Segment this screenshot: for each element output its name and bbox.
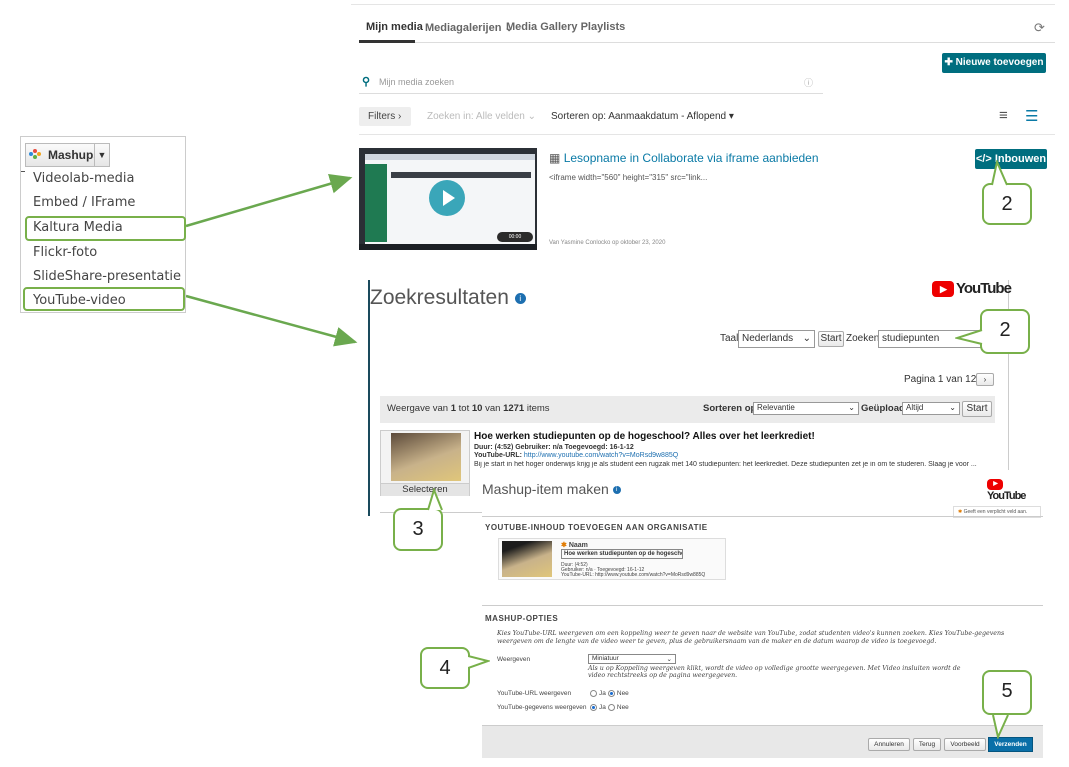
video-thumbnail[interactable]: 00:00 bbox=[359, 148, 537, 250]
result-url-link[interactable]: http://www.youtube.com/watch?v=MoRsd9w88… bbox=[524, 452, 678, 459]
menu-item-videolab[interactable]: Videolab-media bbox=[33, 171, 134, 186]
search-icon: ⚲ bbox=[362, 76, 371, 88]
youtube-logo: ▶YouTube bbox=[987, 478, 1026, 502]
menu-item-slideshare[interactable]: SlideShare-presentatie bbox=[33, 269, 181, 284]
url-text: YouTube-URL: http://www.youtube.com/watc… bbox=[561, 572, 706, 578]
info-icon[interactable]: i bbox=[612, 486, 621, 495]
mashups-menu: Mashups ▼ Videolab-media Embed / IFrame … bbox=[20, 136, 186, 313]
result-url-line: YouTube-URL: http://www.youtube.com/watc… bbox=[474, 452, 679, 459]
search-in-dropdown[interactable]: Zoeken in: Alle velden ⌄ bbox=[427, 111, 536, 122]
callout-5-submit: 5 bbox=[982, 670, 1032, 715]
film-icon: ▦ bbox=[549, 151, 561, 165]
filters-button[interactable]: Filters › bbox=[359, 107, 411, 126]
data-option-radios: Ja Nee bbox=[588, 704, 629, 711]
callout-pointer bbox=[427, 488, 443, 511]
youtube-play-icon: ▶ bbox=[932, 281, 954, 298]
media-description: <iframe width="560" height="315" src="li… bbox=[549, 173, 708, 182]
media-meta: Van Yasmine Conlocko op oktober 23, 2020 bbox=[549, 240, 666, 246]
mashups-icon bbox=[29, 149, 41, 159]
section-title: MASHUP-OPTIES bbox=[485, 614, 559, 623]
sort-dropdown[interactable]: Sorteren op: Aanmaakdatum - Aflopend ▾ bbox=[551, 111, 734, 122]
menu-item-embed[interactable]: Embed / IFrame bbox=[33, 195, 135, 210]
refresh-icon[interactable]: ⟳ bbox=[1034, 20, 1045, 36]
cancel-button[interactable]: Annuleren bbox=[868, 738, 910, 751]
youtube-logo: ▶YouTube bbox=[932, 280, 1012, 298]
kaltura-panel: Mijn media Mediagalerijen ⌄ Media Galler… bbox=[351, 0, 1055, 262]
data-option-label: YouTube-gegevens weergeven bbox=[497, 704, 587, 711]
result-thumbnail[interactable] bbox=[391, 433, 461, 481]
display-label: Weergeven bbox=[497, 656, 531, 663]
language-start-button[interactable]: Start bbox=[818, 331, 844, 347]
page-title: Zoekresultaten i bbox=[370, 286, 526, 310]
video-thumbnail bbox=[502, 541, 552, 577]
youtube-play-icon: ▶ bbox=[987, 478, 1003, 490]
result-thumbnail-box: Selecteren bbox=[380, 430, 470, 496]
name-field[interactable]: Hoe werken studiepunten op de hogeschool… bbox=[561, 549, 683, 559]
section-title: YOUTUBE-INHOUD TOEVOEGEN AAN ORGANISATIE bbox=[485, 523, 708, 532]
active-tab-indicator bbox=[359, 40, 415, 43]
callout-4-display: 4 bbox=[420, 647, 470, 689]
play-icon[interactable] bbox=[429, 180, 465, 216]
filter-start-button[interactable]: Start bbox=[962, 401, 992, 417]
callout-pointer bbox=[955, 329, 983, 345]
tab-mediagalerijen[interactable]: Mediagalerijen ⌄ bbox=[425, 21, 514, 34]
mashup-item-form: Mashup-item maken i ▶YouTube ✱ Geeft een… bbox=[482, 478, 1043, 758]
chevron-down-icon[interactable]: ▼ bbox=[94, 143, 110, 167]
tab-mijn-media[interactable]: Mijn media bbox=[366, 21, 423, 33]
display-help: Als u op Koppeling weergeven klikt, word… bbox=[588, 665, 961, 679]
callout-pointer bbox=[991, 160, 1008, 186]
uploaded-label: Geüpload bbox=[861, 403, 905, 414]
next-page-button[interactable]: › bbox=[976, 373, 994, 386]
submit-button[interactable]: Verzenden bbox=[988, 737, 1033, 752]
radio-data-yes[interactable] bbox=[590, 704, 597, 711]
callout-2-embed: 2 bbox=[982, 183, 1032, 225]
result-title[interactable]: Hoe werken studiepunten op de hogeschool… bbox=[474, 431, 815, 442]
list-view-icon[interactable]: ≡ bbox=[999, 107, 1008, 124]
options-description: Kies YouTube-URL weergeven om een koppel… bbox=[497, 630, 1005, 645]
video-timer: 00:00 bbox=[497, 232, 533, 242]
callout-pointer bbox=[992, 714, 1009, 739]
callout-2-search: 2 bbox=[980, 309, 1030, 354]
result-range: Weergave van 1 tot 10 van 1271 items bbox=[387, 403, 550, 414]
required-note: Geeft een verplicht veld aan. bbox=[963, 509, 1028, 515]
menu-item-flickr[interactable]: Flickr-foto bbox=[33, 245, 97, 260]
url-option-label: YouTube-URL weergeven bbox=[497, 690, 572, 697]
arrow-kaltura bbox=[185, 174, 353, 228]
pagination-label: Pagina 1 van 128 bbox=[904, 374, 982, 385]
search-label: Zoeken bbox=[846, 333, 880, 344]
radio-url-yes[interactable] bbox=[590, 690, 597, 697]
media-title-link[interactable]: ▦ Lesopname in Collaborate via iframe aa… bbox=[549, 151, 819, 165]
preview-button[interactable]: Voorbeeld bbox=[944, 738, 986, 751]
detail-view-icon[interactable]: ☰ bbox=[1025, 107, 1038, 125]
menu-item-youtube[interactable]: YouTube-video bbox=[33, 293, 126, 308]
radio-data-no[interactable] bbox=[607, 704, 615, 711]
language-label: Taal bbox=[720, 333, 739, 344]
language-select[interactable]: Nederlands ⌄ bbox=[738, 330, 815, 348]
arrow-youtube bbox=[185, 294, 358, 347]
url-option-radios: Ja Nee bbox=[588, 690, 629, 697]
sort-label: Sorteren op bbox=[703, 403, 757, 414]
form-title: Mashup-item maken i bbox=[482, 481, 621, 497]
back-button[interactable]: Terug bbox=[913, 738, 941, 751]
search-input[interactable]: ⚲ Mijn media zoeken ⓘ bbox=[359, 74, 823, 94]
sort-select[interactable]: Relevantie ⌄ bbox=[753, 402, 859, 415]
callout-3-select: 3 bbox=[393, 508, 443, 551]
uploaded-select[interactable]: Altijd ⌄ bbox=[902, 402, 960, 415]
new-media-button[interactable]: ✚ Nieuwe toevoegen bbox=[942, 53, 1046, 73]
tab-playlists[interactable]: Media Gallery Playlists bbox=[506, 21, 625, 33]
form-footer: Annuleren Terug Voorbeeld Verzenden bbox=[482, 725, 1043, 758]
menu-item-kaltura[interactable]: Kaltura Media bbox=[33, 220, 123, 235]
info-icon[interactable]: ⓘ bbox=[804, 76, 813, 89]
result-meta: Duur: (4:52) Gebruiker: n/a Toegevoegd: … bbox=[474, 444, 634, 451]
name-label: Naam bbox=[568, 542, 588, 549]
callout-pointer bbox=[468, 655, 490, 669]
info-icon[interactable]: i bbox=[514, 292, 526, 304]
display-select[interactable]: Miniatuur ⌄ bbox=[588, 654, 676, 664]
result-description: Bij je start in het hoger onderwijs krij… bbox=[474, 461, 977, 468]
radio-url-no[interactable] bbox=[607, 690, 615, 697]
